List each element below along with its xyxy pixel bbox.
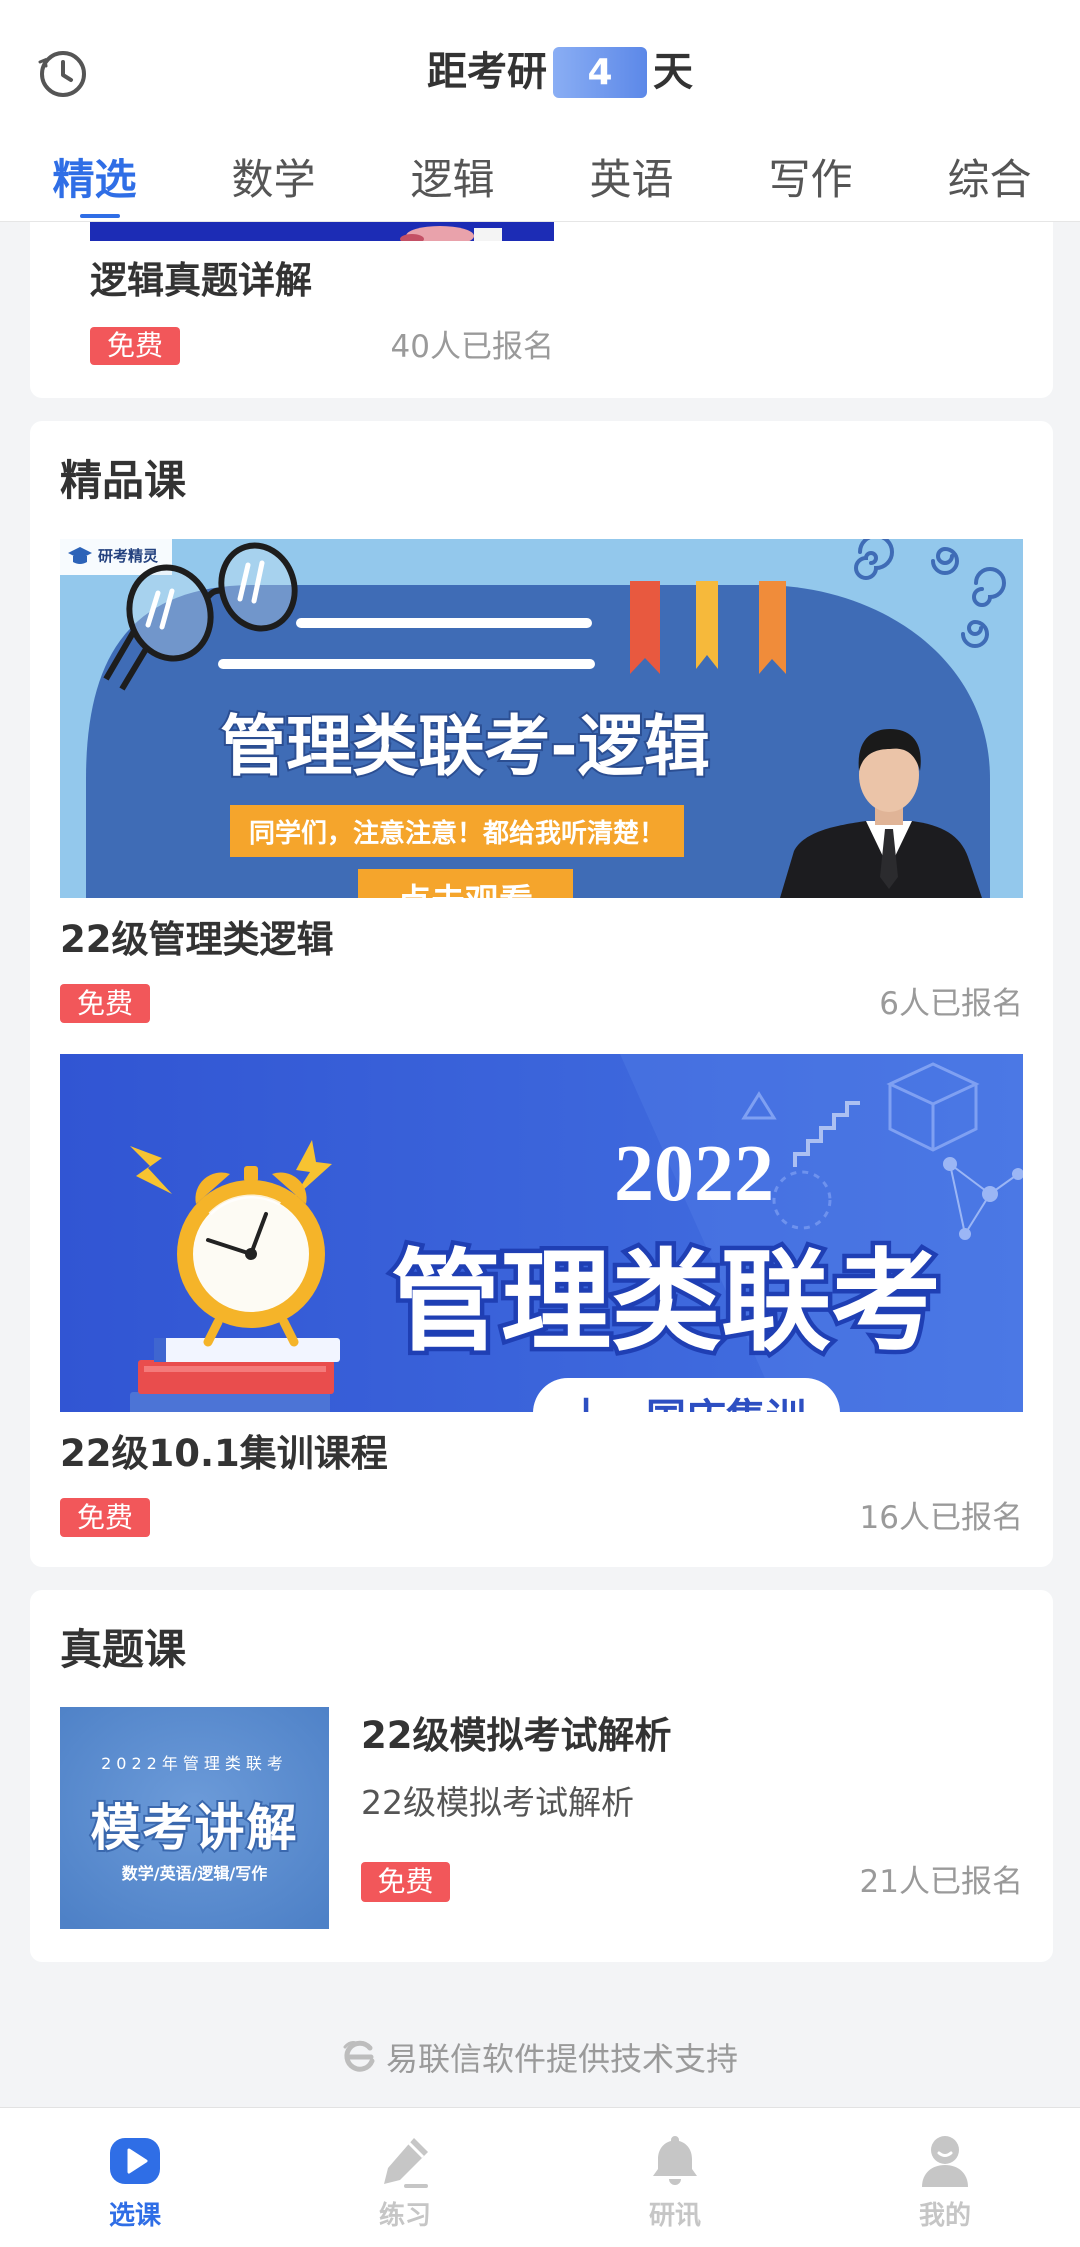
nav-label: 我的 [918, 2201, 971, 2231]
tab-comprehensive[interactable]: 综合 [900, 150, 1079, 210]
yilianxin-logo-icon [343, 2040, 375, 2072]
enrolled-count: 21人已报名 [859, 1864, 1023, 1900]
course-banner-training[interactable]: 2022 管理类联考 十一国庆集训 [60, 1054, 1023, 1412]
free-badge: 免费 [60, 984, 150, 1023]
enrolled-count: 40人已报名 [390, 329, 554, 365]
premium-courses-section: 精品课 研考精灵 管理类联考-逻辑 同学们，注意注意！都给我听清楚！ 22级管理… [30, 421, 1053, 1567]
nav-item-courses[interactable]: 选课 [0, 2108, 270, 2247]
nav-item-practice[interactable]: 练习 [270, 2108, 540, 2247]
category-tabs: 精选 数学 逻辑 英语 写作 综合 [5, 150, 1079, 210]
mock-exam-thumbnail[interactable]: 2022年管理类联考 模考讲解 数学/英语/逻辑/写作 [60, 1707, 329, 1929]
enrolled-count: 6人已报名 [879, 986, 1023, 1022]
clock-icon[interactable] [37, 48, 89, 100]
play-icon [104, 2130, 166, 2192]
countdown-suffix: 天 [653, 49, 693, 95]
nav-item-news[interactable]: 研讯 [540, 2108, 810, 2247]
bell-icon [644, 2130, 706, 2192]
nav-label: 练习 [378, 2201, 431, 2231]
course-title: 逻辑真题详解 [90, 259, 312, 302]
footer-text: 易联信软件提供技术支持 [385, 2040, 738, 2078]
user-icon [914, 2130, 976, 2192]
tech-support-footer: 易联信软件提供技术支持 [0, 2034, 1080, 2080]
course-title[interactable]: 22级模拟考试解析 [361, 1713, 672, 1759]
course-title[interactable]: 22级管理类逻辑 [60, 917, 334, 963]
tab-writing[interactable]: 写作 [721, 150, 900, 210]
banner-tag: 十一国庆集训 [566, 1396, 806, 1412]
books-illustration [130, 1338, 340, 1412]
nav-label: 选课 [108, 2201, 161, 2231]
exam-countdown: 距考研 4 天 [427, 44, 693, 100]
tab-math[interactable]: 数学 [184, 150, 363, 210]
tab-english[interactable]: 英语 [542, 150, 721, 210]
banner-year: 2022 [614, 1130, 774, 1218]
course-subtitle: 22级模拟考试解析 [361, 1783, 634, 1822]
free-badge: 免费 [361, 1862, 450, 1902]
pencil-icon [374, 2130, 436, 2192]
thumbnail-headline: 模考讲解 [91, 1799, 299, 1857]
banner-headline: 管理类联考 [391, 1237, 941, 1366]
course-title[interactable]: 22级10.1集训课程 [60, 1431, 388, 1477]
app-header: 距考研 4 天 精选 数学 逻辑 英语 写作 综合 [0, 0, 1080, 222]
free-badge: 免费 [90, 327, 180, 365]
countdown-prefix: 距考研 [427, 49, 547, 95]
course-banner-logic[interactable]: 研考精灵 管理类联考-逻辑 同学们，注意注意！都给我听清楚！ [60, 539, 1023, 898]
countdown-days: 4 [553, 46, 647, 98]
bottom-nav: 选课 练习 研讯 我的 [0, 2107, 1080, 2247]
tab-featured[interactable]: 精选 [5, 150, 184, 210]
nav-label: 研讯 [648, 2201, 701, 2231]
brand-logo-text: 研考精灵 [98, 547, 159, 565]
nav-item-profile[interactable]: 我的 [810, 2108, 1080, 2247]
section-heading: 真题课 [60, 1625, 187, 1674]
section-heading: 精品课 [60, 456, 187, 505]
tab-active-indicator [80, 214, 120, 218]
past-exam-section: 真题课 2022年管理类联考 模考讲解 数学/英语/逻辑/写作 22级模拟考试解… [30, 1590, 1053, 1962]
thumbnail-top-line: 2022年管理类联考 [101, 1754, 288, 1773]
banner-headline: 管理类联考-逻辑 [220, 708, 709, 785]
tab-logic[interactable]: 逻辑 [363, 150, 542, 210]
thumbnail-bottom-line: 数学/英语/逻辑/写作 [122, 1864, 268, 1883]
banner-subtitle: 同学们，注意注意！都给我听清楚！ [249, 818, 665, 849]
enrolled-count: 16人已报名 [859, 1500, 1023, 1536]
free-badge: 免费 [60, 1498, 150, 1537]
banner-cta: 点击观看 [397, 882, 533, 898]
